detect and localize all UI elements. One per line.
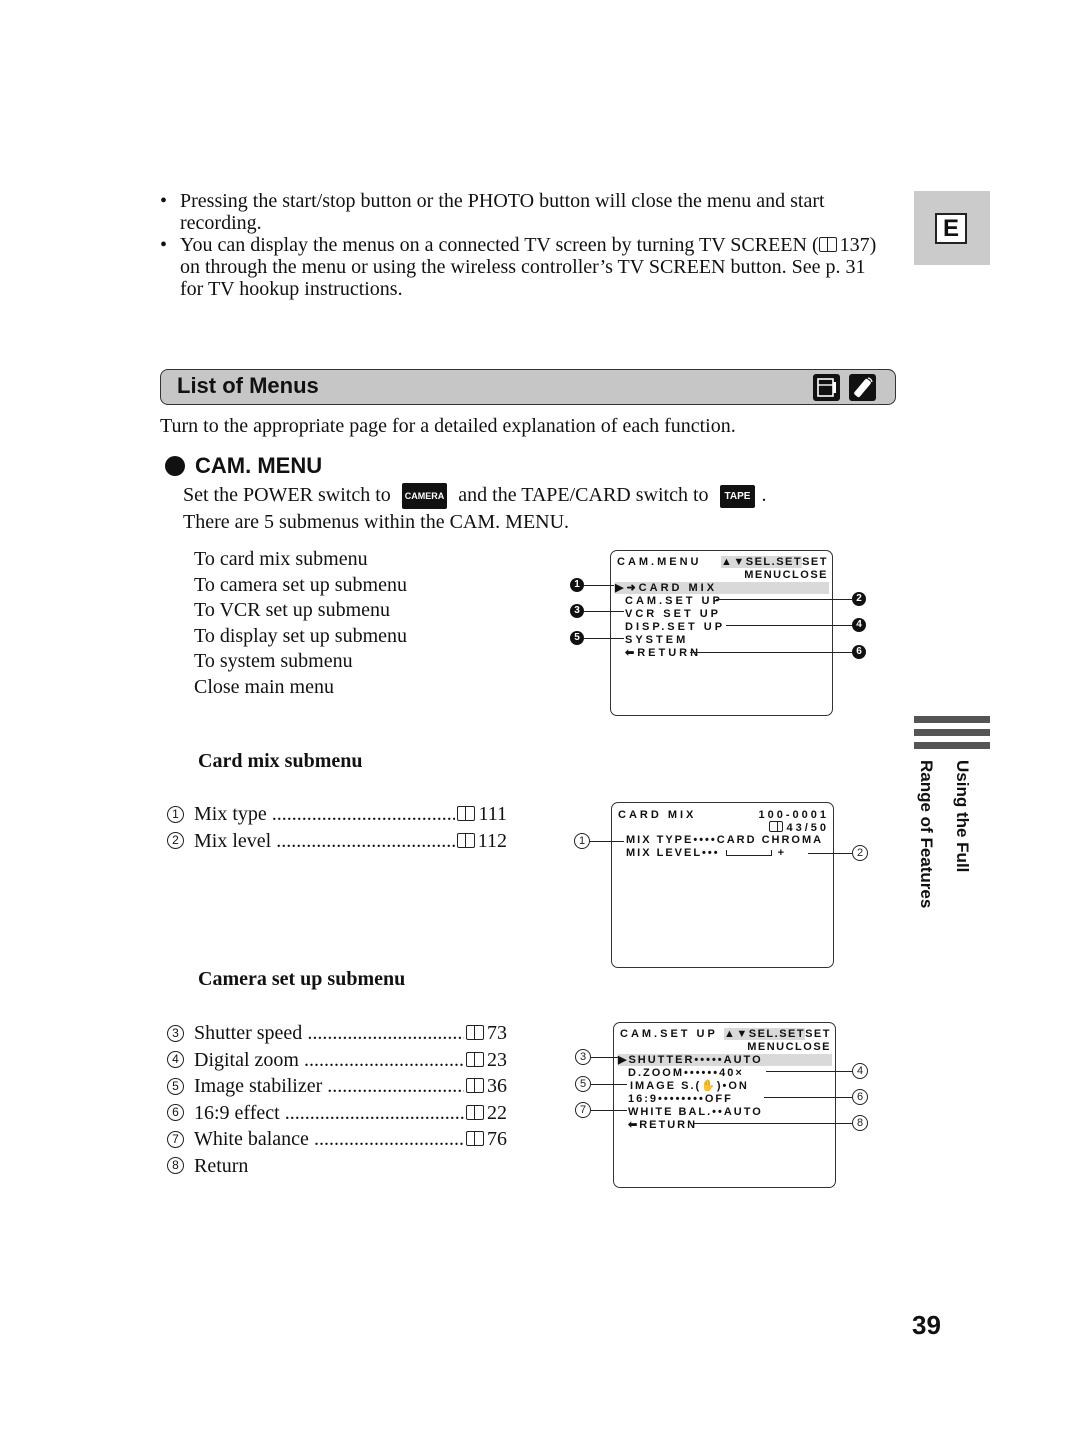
language-tab: E bbox=[914, 191, 990, 265]
menu-item-desc: To system submenu bbox=[194, 650, 353, 672]
screen-row: SYSTEM bbox=[625, 634, 689, 646]
menu-item-desc: To VCR set up submenu bbox=[194, 599, 391, 621]
page-ref: 137 bbox=[839, 234, 870, 256]
screen-row: DISP.SET UP bbox=[625, 621, 726, 633]
menu-item-desc: To camera set up submenu bbox=[194, 573, 407, 596]
callout-7: 7 bbox=[575, 1102, 591, 1118]
mix-level-slider bbox=[725, 850, 772, 856]
camcorder-icon bbox=[813, 374, 840, 401]
power-switch-instructions: Set the POWER switch to CAMERA and the T… bbox=[183, 483, 767, 534]
menu-item-desc: To card mix submenu bbox=[194, 548, 368, 570]
screen-row: ⬅RETURN bbox=[625, 647, 702, 659]
callout-4: 4 bbox=[852, 1063, 868, 1079]
toc-row: 8 Return bbox=[167, 1153, 507, 1180]
book-icon bbox=[466, 1025, 484, 1040]
camera-key-icon: CAMERA bbox=[401, 483, 448, 510]
note-item: Pressing the start/stop button or the PH… bbox=[160, 190, 890, 234]
screen-title: CAM.MENU bbox=[617, 556, 702, 568]
book-icon bbox=[456, 832, 475, 848]
card-icon bbox=[769, 821, 784, 832]
screen-row-selected: ▶➜CARD MIX bbox=[615, 582, 829, 594]
book-icon bbox=[457, 806, 476, 821]
remote-control-icon bbox=[849, 374, 876, 401]
language-label: E bbox=[935, 213, 967, 244]
book-icon bbox=[466, 1131, 484, 1146]
toc-row: 1Mix type111 bbox=[167, 801, 507, 828]
screen-row: CAM.SET UP bbox=[625, 595, 723, 607]
callout-4: 4 bbox=[852, 618, 866, 632]
callout-6: 6 bbox=[852, 1089, 868, 1105]
section-title: List of Menus bbox=[177, 373, 319, 398]
chapter-tab-label: Using the Full Range of Features bbox=[917, 760, 972, 909]
callout-6: 6 bbox=[852, 645, 866, 659]
chapter-tab-bars bbox=[914, 716, 990, 755]
callout-2: 2 bbox=[852, 845, 868, 861]
toc-row: 3Shutter speed73 bbox=[167, 1020, 507, 1047]
screen-row-selected: ▶SHUTTER•••••AUTO bbox=[618, 1054, 832, 1066]
screen-row: VCR SET UP bbox=[625, 608, 722, 620]
book-icon bbox=[818, 237, 837, 252]
intro-text: Turn to the appropriate page for a detai… bbox=[160, 415, 736, 437]
callout-8: 8 bbox=[852, 1115, 868, 1131]
cam-menu-screen: CAM.MENU ▲▼SEL.SETSET MENUCLOSE ▶➜CARD M… bbox=[610, 550, 833, 716]
menu-item-desc: To display set up submenu bbox=[194, 624, 408, 647]
cam-menu-heading: CAM. MENU bbox=[165, 453, 322, 479]
toc-row: 4Digital zoom23 bbox=[167, 1047, 507, 1074]
camera-setup-toc: 3Shutter speed73 4Digital zoom23 5Image … bbox=[167, 1020, 507, 1179]
toc-row: 7White balance76 bbox=[167, 1126, 507, 1153]
screen-hint-close: MENUCLOSE bbox=[744, 569, 828, 581]
callout-3: 3 bbox=[575, 1049, 591, 1065]
submenu-note: There are 5 submenus within the CAM. MEN… bbox=[183, 511, 570, 534]
section-header: List of Menus bbox=[160, 369, 896, 405]
camera-setup-heading: Camera set up submenu bbox=[198, 968, 406, 990]
toc-row: 616:9 effect22 bbox=[167, 1100, 507, 1127]
cam-menu-items: To card mix submenu To camera set up sub… bbox=[194, 547, 407, 700]
tape-key-icon: TAPE bbox=[719, 484, 756, 508]
card-mix-screen: CARD MIX 100-0001 43/50 MIX TYPE••••CARD… bbox=[611, 802, 834, 968]
card-mix-toc: 1Mix type111 2Mix level112 bbox=[167, 801, 507, 854]
callout-2: 2 bbox=[852, 592, 866, 606]
book-icon bbox=[466, 1051, 484, 1067]
toc-row: 5Image stabilizer36 bbox=[167, 1073, 507, 1100]
callout-5: 5 bbox=[575, 1076, 591, 1092]
toc-row: 2Mix level112 bbox=[167, 828, 507, 855]
book-icon bbox=[466, 1104, 484, 1120]
notes-list: Pressing the start/stop button or the PH… bbox=[160, 190, 890, 300]
callout-3: 3 bbox=[570, 604, 584, 618]
callout-5: 5 bbox=[570, 631, 584, 645]
callout-1: 1 bbox=[570, 578, 584, 592]
card-mix-heading: Card mix submenu bbox=[198, 750, 363, 772]
page-number: 39 bbox=[912, 1310, 941, 1340]
screen-hint: ▲▼SEL.SETSET bbox=[720, 556, 828, 568]
camera-setup-screen: CAM.SET UP ▲▼SEL.SETSET MENUCLOSE ▶SHUTT… bbox=[613, 1022, 836, 1188]
note-item: You can display the menus on a connected… bbox=[160, 234, 890, 300]
book-icon bbox=[466, 1078, 484, 1093]
callout-1: 1 bbox=[574, 833, 590, 849]
bullet-dot-icon bbox=[165, 456, 185, 476]
menu-item-desc: Close main menu bbox=[194, 675, 334, 698]
